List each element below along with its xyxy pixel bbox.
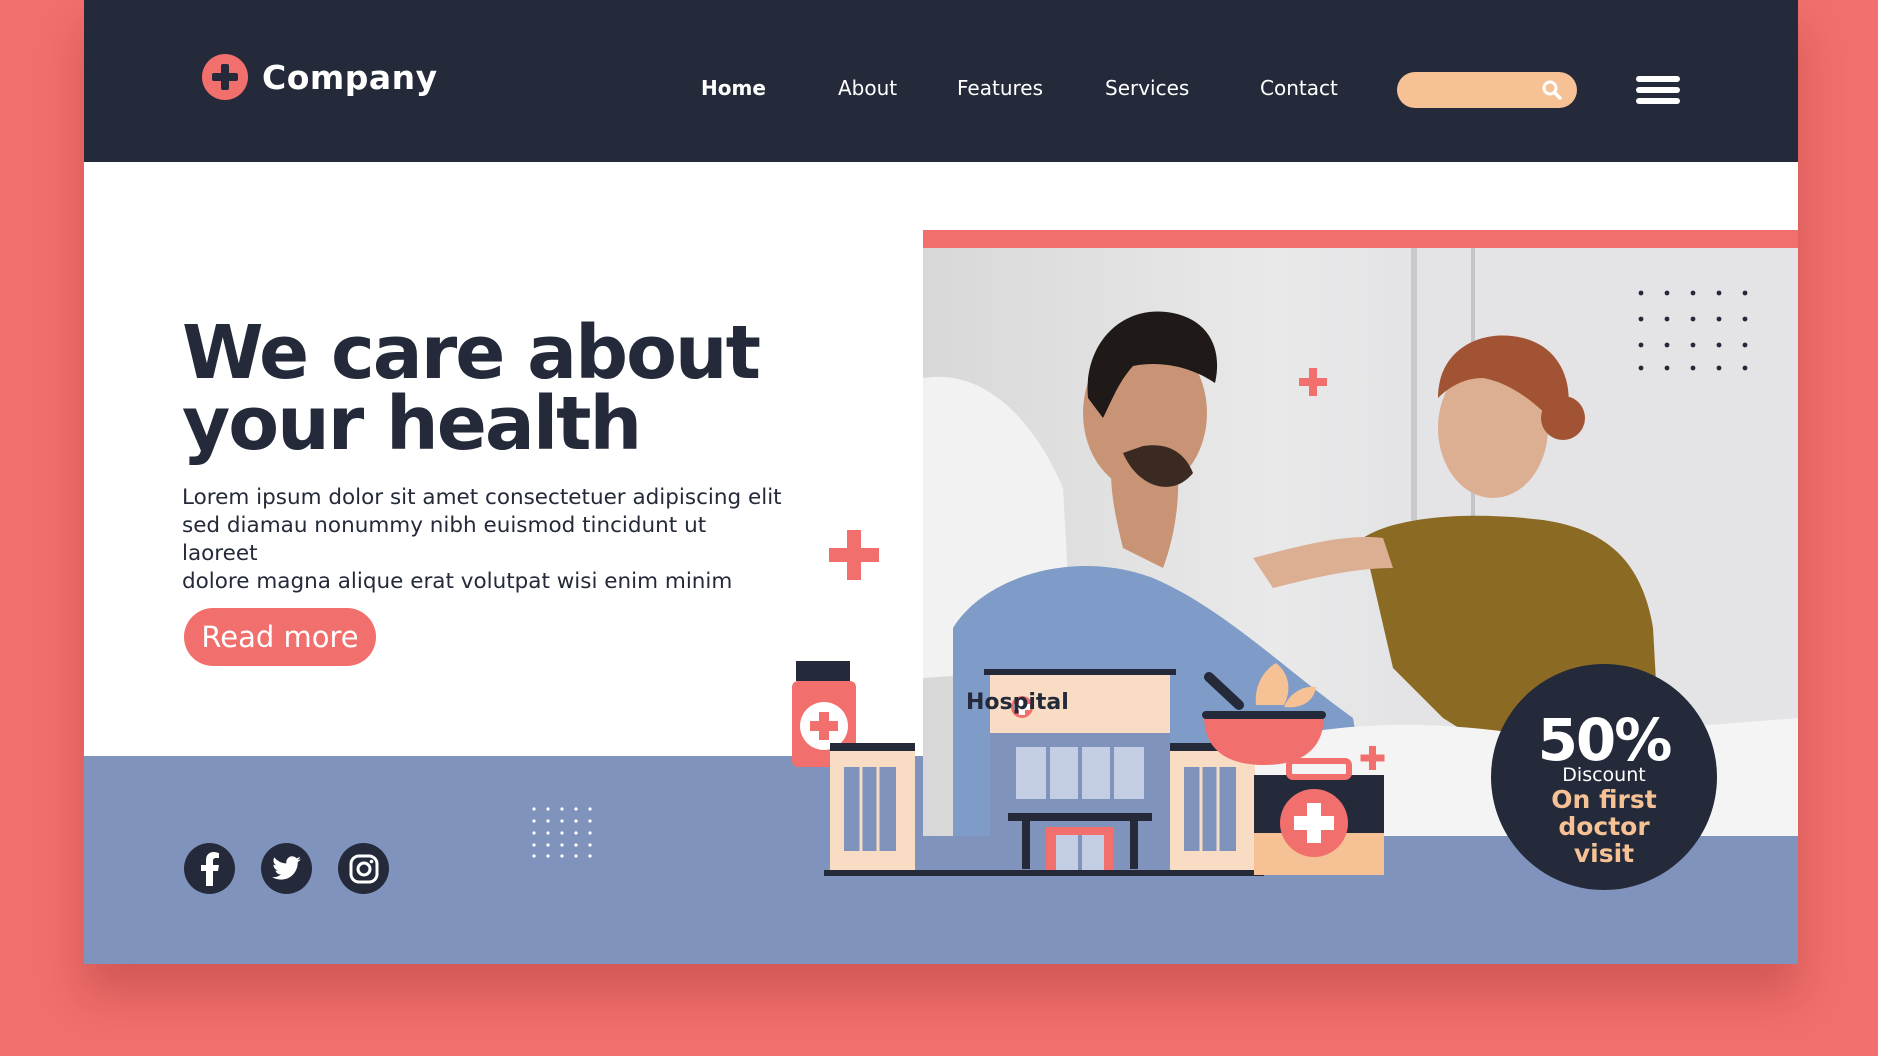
brand-name: Company	[262, 57, 438, 97]
hamburger-menu-icon[interactable]	[1636, 76, 1680, 104]
read-more-button[interactable]: Read more	[184, 608, 376, 666]
nav-contact-link[interactable]: Contact	[1260, 76, 1338, 100]
nav-about-link[interactable]: About	[838, 76, 897, 100]
nav-features-link[interactable]: Features	[957, 76, 1043, 100]
hero-description: Lorem ipsum dolor sit amet consectetuer …	[182, 484, 782, 596]
decorative-dots	[532, 807, 592, 858]
search-icon[interactable]	[1541, 79, 1563, 101]
discount-label: Discount	[1562, 764, 1646, 786]
facebook-icon[interactable]	[184, 843, 235, 894]
medical-cross-icon	[829, 530, 879, 580]
description-line-1: Lorem ipsum dolor sit amet consectetuer …	[182, 485, 782, 510]
offer-line-1: On first	[1551, 785, 1657, 814]
discount-offer: On first doctor visit	[1491, 786, 1717, 867]
twitter-icon[interactable]	[261, 843, 312, 894]
medical-cross-icon	[202, 54, 248, 100]
hospital-sign-label: Hospital	[966, 690, 1069, 715]
nav-home-link[interactable]: Home	[701, 76, 766, 100]
offer-line-3: visit	[1573, 839, 1635, 868]
brand-logo[interactable]: Company	[202, 54, 438, 100]
hero-headline: We care about your health	[182, 310, 802, 467]
offer-line-2: doctor	[1558, 812, 1650, 841]
photo-accent-bar	[923, 230, 1798, 248]
instagram-icon[interactable]	[338, 843, 389, 894]
social-links	[184, 843, 389, 894]
search-input[interactable]	[1397, 72, 1577, 108]
headline-line-1: We care about	[182, 310, 761, 396]
landing-page: Company Home About Features Services Con…	[84, 0, 1798, 964]
top-navbar: Company Home About Features Services Con…	[84, 0, 1798, 162]
description-line-3: dolore magna alique erat volutpat wisi e…	[182, 569, 733, 594]
description-line-2: sed diamau nonummy nibh euismod tincidun…	[182, 513, 707, 566]
nav-services-link[interactable]: Services	[1105, 76, 1189, 100]
hospital-illustration	[792, 661, 1384, 876]
headline-line-2: your health	[182, 381, 642, 467]
discount-badge: 50% Discount On first doctor visit	[1491, 664, 1717, 890]
